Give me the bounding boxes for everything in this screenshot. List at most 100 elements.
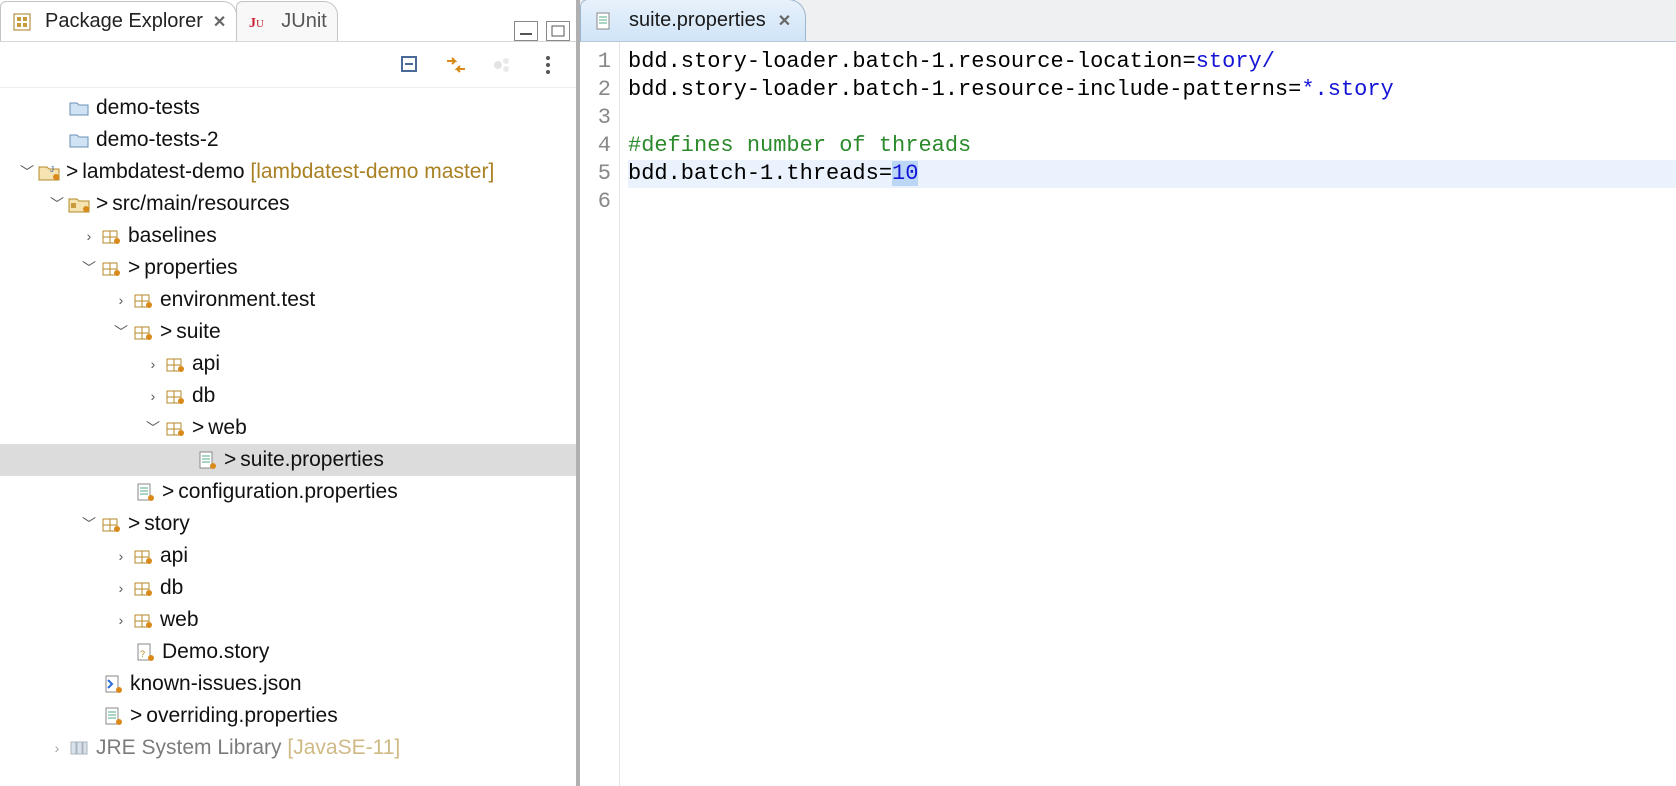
package-icon [100,257,122,279]
line-gutter: 1 2 3 4 5 6 [580,42,620,786]
tree-item-environment-test[interactable]: › environment.test [0,284,576,316]
tree-item-demo-story[interactable]: ? Demo.story [0,636,576,668]
tree-label: api [192,352,220,376]
tree-item-story-api[interactable]: › api [0,540,576,572]
code-line[interactable]: #defines number of threads [628,132,1676,160]
properties-file-icon [134,481,156,503]
chevron-down-icon[interactable]: ﹀ [16,162,38,182]
tree-label: web [160,608,199,632]
tree-item-configuration-properties[interactable]: > configuration.properties [0,476,576,508]
tree-label: environment.test [160,288,315,312]
tree-item-story[interactable]: ﹀ > story [0,508,576,540]
tree-label: properties [144,256,237,280]
line-number: 2 [580,76,611,104]
tree-item-overriding-properties[interactable]: > overriding.properties [0,700,576,732]
tree-item-demo-tests[interactable]: demo-tests [0,92,576,124]
library-icon [68,737,90,759]
tree-label: JRE System Library [96,736,282,760]
package-icon [132,545,154,567]
tree-label: demo-tests [96,96,200,120]
tab-package-explorer[interactable]: Package Explorer ✕ [0,1,237,41]
tab-junit[interactable]: JU JUnit [236,1,338,41]
code-line[interactable] [628,188,1676,216]
chevron-right-icon[interactable]: › [110,548,132,564]
tree-item-suite-web[interactable]: ﹀ > web [0,412,576,444]
package-icon [100,225,122,247]
tree-item-jre-library[interactable]: › JRE System Library [JavaSE-11] [0,732,576,764]
line-number: 1 [580,48,611,76]
properties-file-icon [102,705,124,727]
code-line[interactable] [628,104,1676,132]
tree-label: src/main/resources [112,192,289,216]
tree-item-properties[interactable]: ﹀ > properties [0,252,576,284]
code-line[interactable]: bdd.story-loader.batch-1.resource-locati… [628,48,1676,76]
chevron-down-icon[interactable]: ﹀ [110,322,132,342]
editor-tab-suite-properties[interactable]: suite.properties ✕ [580,0,806,41]
chevron-down-icon[interactable]: ﹀ [46,194,68,214]
package-icon [132,321,154,343]
tree-label: web [208,416,247,440]
tree-item-baselines[interactable]: › baselines [0,220,576,252]
tree-item-suite-api[interactable]: › api [0,348,576,380]
json-file-icon [102,673,124,695]
chevron-right-icon[interactable]: › [110,612,132,628]
chevron-right-icon[interactable]: › [142,356,164,372]
tree-item-suite-db[interactable]: › db [0,380,576,412]
explorer-toolbar [0,42,576,88]
chevron-down-icon[interactable]: ﹀ [78,258,100,278]
chevron-down-icon[interactable]: ﹀ [78,514,100,534]
git-change-marker: > [66,160,78,184]
folder-closed-icon [68,97,90,119]
svg-text:J: J [50,165,54,174]
tree-item-suite[interactable]: ﹀ > suite [0,316,576,348]
close-icon[interactable]: ✕ [213,12,226,32]
link-with-editor-button[interactable] [442,51,470,79]
tree-item-story-db[interactable]: › db [0,572,576,604]
chevron-right-icon[interactable]: › [110,580,132,596]
code-line[interactable]: bdd.story-loader.batch-1.resource-includ… [628,76,1676,104]
code-line-current[interactable]: bdd.batch-1.threads=10 [628,160,1676,188]
line-number: 5 [580,160,611,188]
svg-text:?: ? [140,649,145,659]
tree-item-known-issues[interactable]: known-issues.json [0,668,576,700]
tab-label: Package Explorer [45,10,203,33]
tree-label: lambdatest-demo [82,160,244,184]
tab-label: JUnit [281,10,327,33]
properties-file-icon [196,449,218,471]
tree-label: baselines [128,224,217,248]
tree-label: db [192,384,215,408]
collapse-all-button[interactable] [396,51,424,79]
chevron-right-icon[interactable]: › [110,292,132,308]
tree-item-lambdatest-demo[interactable]: ﹀ J > lambdatest-demo [lambdatest-demo m… [0,156,576,188]
view-menu-button[interactable] [534,51,562,79]
package-explorer-view: Package Explorer ✕ JU JUnit [0,0,578,786]
chevron-right-icon[interactable]: › [142,388,164,404]
text-editor[interactable]: 1 2 3 4 5 6 bdd.story-loader.batch-1.res… [580,42,1676,786]
tree-label: overriding.properties [146,704,337,728]
folder-closed-icon [68,129,90,151]
line-number: 6 [580,188,611,216]
package-icon [164,385,186,407]
tree-item-story-web[interactable]: › web [0,604,576,636]
tree-item-demo-tests-2[interactable]: demo-tests-2 [0,124,576,156]
tree-item-src-main-resources[interactable]: ﹀ > src/main/resources [0,188,576,220]
chevron-down-icon[interactable]: ﹀ [142,418,164,438]
story-file-icon: ? [134,641,156,663]
line-number: 3 [580,104,611,132]
minimize-view-button[interactable] [514,21,538,41]
tree-label: suite [176,320,220,344]
tree-item-suite-properties[interactable]: > suite.properties [0,444,576,476]
maximize-view-button[interactable] [546,21,570,41]
project-tree[interactable]: demo-tests demo-tests-2 ﹀ J > lambdatest… [0,88,576,786]
package-icon [164,353,186,375]
chevron-right-icon[interactable]: › [46,740,68,756]
tree-label: configuration.properties [178,480,397,504]
editor-area: suite.properties ✕ 1 2 3 4 5 6 bdd.story… [578,0,1676,786]
tree-label: story [144,512,190,536]
code-content[interactable]: bdd.story-loader.batch-1.resource-locati… [620,42,1676,786]
focus-button[interactable] [488,51,516,79]
chevron-right-icon[interactable]: › [78,228,100,244]
tree-label: db [160,576,183,600]
close-icon[interactable]: ✕ [778,11,791,31]
package-icon [132,609,154,631]
